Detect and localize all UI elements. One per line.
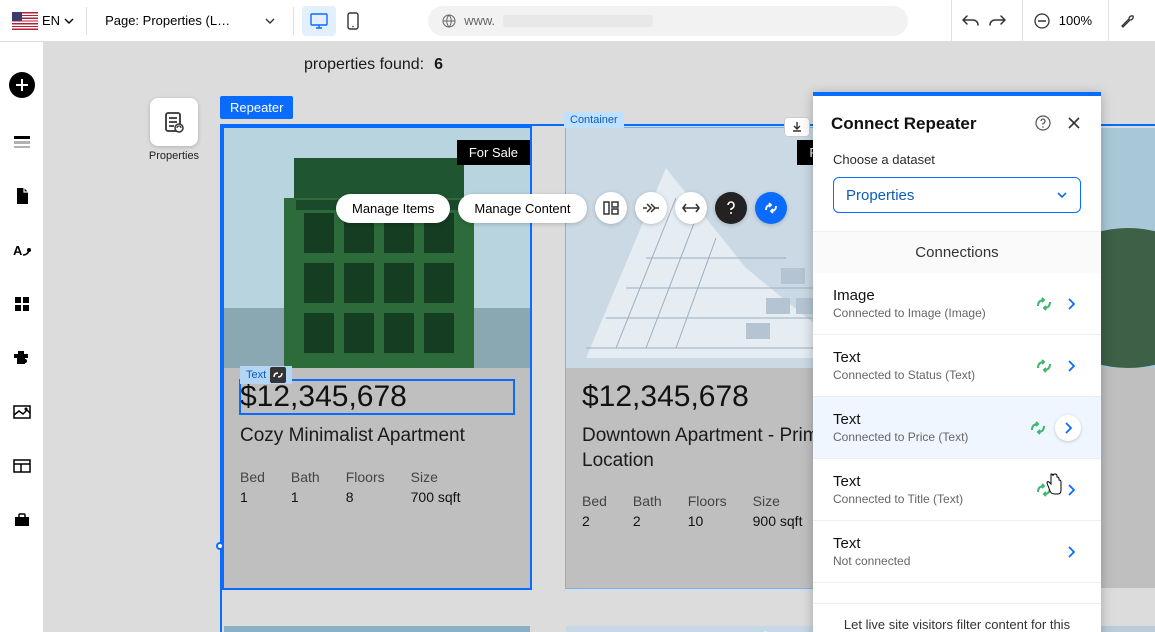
card-image: For Sale [224, 128, 530, 368]
status-badge: For Sale [457, 140, 530, 165]
connected-icon [1035, 357, 1053, 375]
container-tag: Container [564, 112, 624, 128]
right-tools: 100% [951, 0, 1147, 42]
connection-item-status[interactable]: TextConnected to Status (Text) [813, 335, 1101, 397]
desktop-icon [310, 13, 328, 29]
panel-close-button[interactable] [1067, 116, 1083, 132]
left-rail: A [0, 42, 44, 632]
help-action-button[interactable] [715, 192, 747, 224]
chevron-down-icon [64, 16, 74, 26]
tools-button[interactable] [1119, 12, 1137, 30]
media-icon[interactable] [12, 402, 32, 422]
zoom-out-button[interactable] [1033, 12, 1051, 30]
resize-handle[interactable] [216, 542, 224, 550]
plugins-icon[interactable] [12, 348, 32, 368]
svg-text:A: A [13, 243, 23, 258]
stretch-action-button[interactable] [675, 192, 707, 224]
chevron-right-icon [1061, 542, 1081, 562]
chevron-down-icon [1056, 189, 1068, 201]
page-selector[interactable]: Page: Properties (L… [95, 9, 285, 32]
flag-icon [12, 12, 38, 30]
url-text: www. [464, 13, 495, 28]
floating-action-bar: Manage Items Manage Content [336, 192, 787, 224]
globe-icon [442, 14, 456, 28]
cursor-icon [1044, 472, 1064, 496]
url-redacted [503, 15, 653, 27]
link-icon [270, 367, 286, 383]
connections-heading: Connections [813, 231, 1101, 273]
animate-action-button[interactable] [635, 192, 667, 224]
desktop-view-button[interactable] [302, 6, 336, 36]
divider [293, 7, 294, 35]
connection-item-unconnected[interactable]: TextNot connected [813, 521, 1101, 583]
connected-icon [1029, 419, 1047, 437]
dataset-icon [162, 110, 186, 134]
connection-item-image[interactable]: ImageConnected to Image (Image) [813, 273, 1101, 335]
dataset-select[interactable]: Properties [833, 177, 1081, 213]
connected-icon [1035, 295, 1053, 313]
redo-button[interactable] [988, 12, 1006, 30]
chevron-down-icon [265, 16, 275, 26]
chevron-right-icon [1055, 415, 1081, 441]
divider [86, 7, 87, 35]
chevron-right-icon [1061, 356, 1081, 376]
top-toolbar: EN Page: Properties (L… www. [0, 0, 1155, 42]
apps-icon[interactable] [12, 294, 32, 314]
repeater-tag[interactable]: Repeater [220, 96, 293, 119]
business-icon[interactable] [12, 510, 32, 530]
theme-icon[interactable]: A [12, 240, 32, 260]
add-button[interactable] [9, 72, 35, 98]
results-header: properties found:6 [304, 56, 443, 74]
manage-content-button[interactable]: Manage Content [458, 194, 586, 223]
mobile-view-button[interactable] [336, 6, 370, 36]
panel-title: Connect Repeater [831, 114, 1035, 134]
card-image: For Sale [224, 626, 530, 632]
panel-help-button[interactable] [1035, 115, 1053, 133]
connect-repeater-panel: Connect Repeater Choose a dataset Proper… [813, 92, 1101, 632]
page-label: Page: Properties (L… [105, 13, 230, 28]
connections-list: ImageConnected to Image (Image) TextConn… [813, 273, 1101, 603]
language-selector[interactable]: EN [8, 8, 78, 34]
text-element-tag: Text [240, 366, 292, 384]
language-code: EN [42, 13, 60, 28]
manage-items-button[interactable]: Manage Items [336, 194, 450, 223]
choose-dataset-label: Choose a dataset [833, 152, 1081, 167]
price-text[interactable]: $12,345,678 [240, 380, 514, 414]
editor-canvas: Properties properties found:6 Repeater C… [44, 42, 1155, 632]
device-switcher [302, 6, 370, 36]
undo-button[interactable] [962, 12, 980, 30]
mobile-icon [347, 12, 359, 30]
chevron-right-icon [1061, 480, 1081, 500]
panel-footer: Let live site visitors filter content fo… [813, 603, 1101, 632]
layout-action-button[interactable] [595, 192, 627, 224]
sections-icon[interactable] [12, 132, 32, 152]
chevron-right-icon [1061, 294, 1081, 314]
layout-icon[interactable] [12, 456, 32, 476]
download-icon[interactable] [784, 117, 810, 137]
pages-icon[interactable] [12, 186, 32, 206]
chip-label: Properties [148, 150, 200, 162]
connect-data-button[interactable] [755, 192, 787, 224]
property-card[interactable]: For Sale [224, 626, 530, 632]
zoom-level: 100% [1059, 13, 1092, 28]
dataset-chip[interactable]: Properties [148, 98, 200, 162]
title-text: Cozy Minimalist Apartment [240, 424, 514, 449]
connection-item-price[interactable]: TextConnected to Price (Text) [813, 397, 1101, 459]
url-bar[interactable]: www. [428, 6, 908, 36]
